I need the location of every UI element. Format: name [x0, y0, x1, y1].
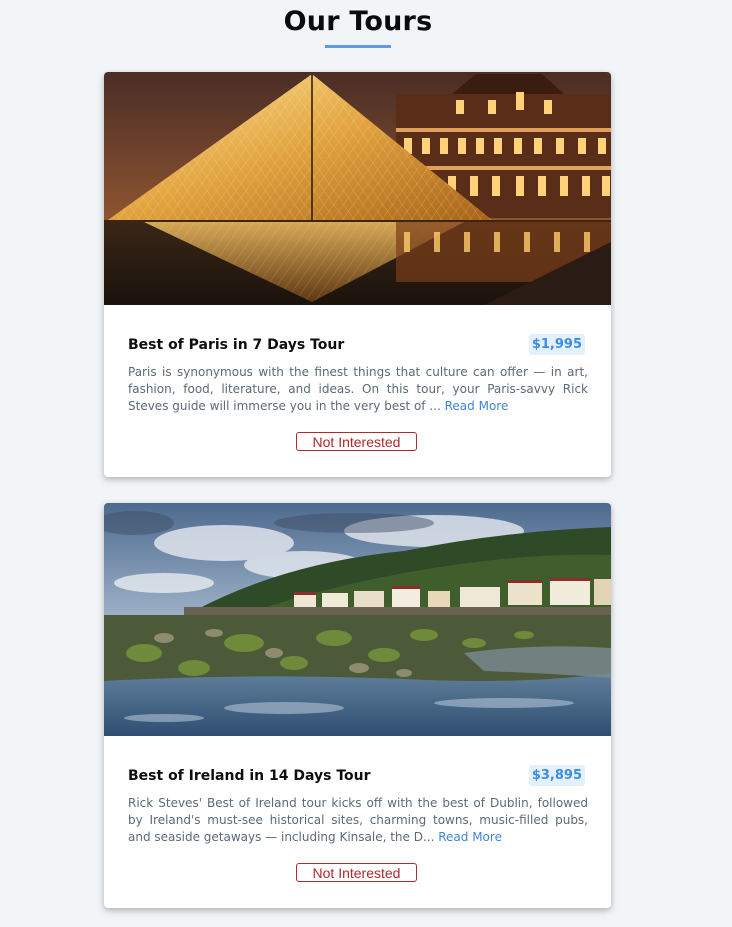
not-interested-button[interactable]: Not Interested [296, 863, 417, 882]
tour-image-paris [104, 72, 611, 305]
tour-price: $1,995 [528, 334, 585, 355]
tour-info: Best of Ireland in 14 Days Tour $3,895 R… [104, 736, 611, 908]
tour-description-text: Rick Steves' Best of Ireland tour kicks … [128, 796, 588, 844]
not-interested-button[interactable]: Not Interested [296, 432, 417, 451]
tour-card: Best of Ireland in 14 Days Tour $3,895 R… [104, 503, 611, 908]
page-header: Our Tours [0, 4, 716, 48]
tour-price: $3,895 [528, 765, 585, 786]
tour-card: Best of Paris in 7 Days Tour $1,995 Pari… [104, 72, 611, 477]
tour-description: Paris is synonymous with the finest thin… [128, 364, 588, 415]
page-title: Our Tours [283, 6, 433, 37]
tour-name: Best of Ireland in 14 Days Tour [128, 768, 371, 784]
read-more-link[interactable]: Read More [438, 830, 502, 844]
read-more-link[interactable]: Read More [445, 399, 509, 413]
tour-description-text: Paris is synonymous with the finest thin… [128, 365, 588, 413]
tour-name: Best of Paris in 7 Days Tour [128, 337, 345, 353]
tour-description: Rick Steves' Best of Ireland tour kicks … [128, 795, 588, 846]
title-underline [325, 45, 391, 48]
tour-image-ireland [104, 503, 611, 736]
tour-info: Best of Paris in 7 Days Tour $1,995 Pari… [104, 305, 611, 477]
